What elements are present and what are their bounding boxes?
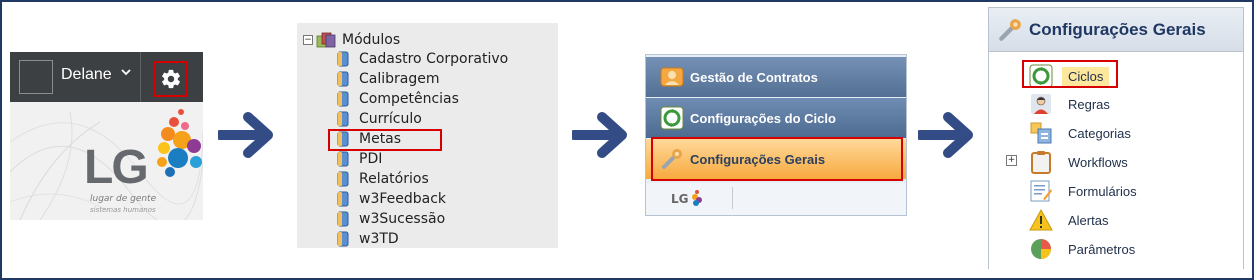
config-item-parametros[interactable]: Parâmetros <box>1029 236 1135 262</box>
module-book-icon <box>337 51 349 67</box>
header-divider <box>140 52 141 102</box>
tree-item-cadastro-corporativo[interactable]: Cadastro Corporativo <box>337 49 508 69</box>
logo-tagline: lugar de gente <box>90 194 157 204</box>
menu-item-label: Configurações do Ciclo <box>690 110 836 126</box>
menu-item-label: Gestão de Contratos <box>690 69 818 85</box>
footer-logo: LG <box>671 192 689 206</box>
tree-item-label: Cadastro Corporativo <box>359 51 509 67</box>
tree-item-calibragem[interactable]: Calibragem <box>337 69 508 89</box>
clipboard-icon <box>1031 151 1051 174</box>
module-book-icon <box>337 111 349 127</box>
side-menu: Gestão de Contratos Configurações do Cic… <box>645 54 907 216</box>
tree-item-label: Competências <box>359 91 459 107</box>
tree-item-label: Relatórios <box>359 171 429 187</box>
config-item-label: Alertas <box>1068 212 1109 228</box>
logo-bubbles <box>157 109 202 177</box>
highlight-box <box>1022 60 1118 88</box>
tree-item-label: PDI <box>359 151 383 167</box>
footer-divider <box>732 187 733 209</box>
tree-item-w3sucessao[interactable]: w3Sucessão <box>337 209 508 229</box>
tree-item-label: w3Feedback <box>359 191 447 207</box>
tree-item-competencias[interactable]: Competências <box>337 89 508 109</box>
config-item-label: Categorias <box>1068 125 1131 141</box>
config-panel-header: Configurações Gerais <box>989 8 1243 52</box>
config-item-label: Workflows <box>1068 154 1128 170</box>
wrench-icon <box>999 18 1021 41</box>
config-item-label: Regras <box>1068 96 1110 112</box>
config-item-label: Formulários <box>1068 183 1137 199</box>
config-item-regras[interactable]: Regras <box>1029 91 1110 117</box>
tree-root[interactable]: − Módulos <box>303 31 400 49</box>
person-icon <box>1031 94 1051 114</box>
form-icon <box>1030 180 1052 202</box>
expand-toggle[interactable]: + <box>1006 155 1017 166</box>
module-book-icon <box>337 171 349 187</box>
tree-item-w3td[interactable]: w3TD <box>337 229 508 249</box>
chevron-down-icon[interactable] <box>120 66 132 81</box>
gear-icon <box>161 69 180 89</box>
user-name[interactable]: Delane <box>61 66 112 84</box>
avatar[interactable] <box>19 60 53 94</box>
menu-item-gestao-contratos[interactable]: Gestão de Contratos <box>646 57 906 97</box>
menu-item-configuracoes-ciclo[interactable]: Configurações do Ciclo <box>646 98 906 138</box>
module-book-icon <box>337 91 349 107</box>
top-header-bar: Delane <box>10 52 203 102</box>
tree-item-label: Currículo <box>359 111 422 127</box>
tree-item-label: w3Sucessão <box>359 211 446 227</box>
logo-text: LG <box>84 141 149 194</box>
config-item-categorias[interactable]: Categorias <box>1029 120 1131 146</box>
arrow-right-icon <box>572 112 627 158</box>
tree-item-w3feedback[interactable]: w3Feedback <box>337 189 508 209</box>
warning-icon <box>1029 208 1053 231</box>
menu-footer: LG <box>646 183 906 215</box>
contracts-icon <box>660 67 684 87</box>
tree-item-label: Calibragem <box>359 71 440 87</box>
tree-children: Cadastro Corporativo Calibragem Competên… <box>328 49 508 249</box>
tree-item-relatorios[interactable]: Relatórios <box>337 169 508 189</box>
pie-chart-icon <box>1031 239 1051 259</box>
config-item-alertas[interactable]: Alertas <box>1029 207 1108 233</box>
modules-tree: − Módulos Cadastro Corporativo Calibrage… <box>297 23 558 248</box>
categories-icon <box>1030 122 1052 144</box>
collapse-toggle[interactable]: − <box>303 35 313 45</box>
modules-icon <box>316 32 336 48</box>
arrow-right-icon <box>218 112 273 158</box>
settings-button[interactable] <box>153 61 188 97</box>
tree-item-curriculo[interactable]: Currículo <box>337 109 508 129</box>
tree-item-metas[interactable]: Metas <box>328 129 508 151</box>
module-book-icon <box>337 151 349 167</box>
arrow-right-icon <box>918 112 973 158</box>
config-item-workflows[interactable]: Workflows <box>1029 149 1128 175</box>
config-item-label: Parâmetros <box>1068 241 1136 257</box>
config-item-formularios[interactable]: Formulários <box>1029 178 1137 204</box>
logo-subtagline: sistemas humanos <box>90 206 156 214</box>
tree-item-label: w3TD <box>359 231 399 247</box>
highlight-box <box>651 137 903 181</box>
tree-root-label: Módulos <box>342 32 401 48</box>
module-book-icon <box>337 71 349 87</box>
module-book-icon <box>337 191 349 207</box>
config-panel: Configurações Gerais Ciclos Regras Categ… <box>988 7 1244 269</box>
module-book-icon <box>337 231 349 247</box>
logo-bubbles <box>692 190 702 206</box>
module-book-icon <box>337 211 349 227</box>
highlight-box <box>328 129 442 151</box>
cycle-icon <box>660 106 684 130</box>
config-panel-title: Configurações Gerais <box>1029 19 1206 39</box>
header-panel: Delane LG lugar de gente sistemas humano… <box>10 52 203 220</box>
tree-item-pdi[interactable]: PDI <box>337 149 508 169</box>
